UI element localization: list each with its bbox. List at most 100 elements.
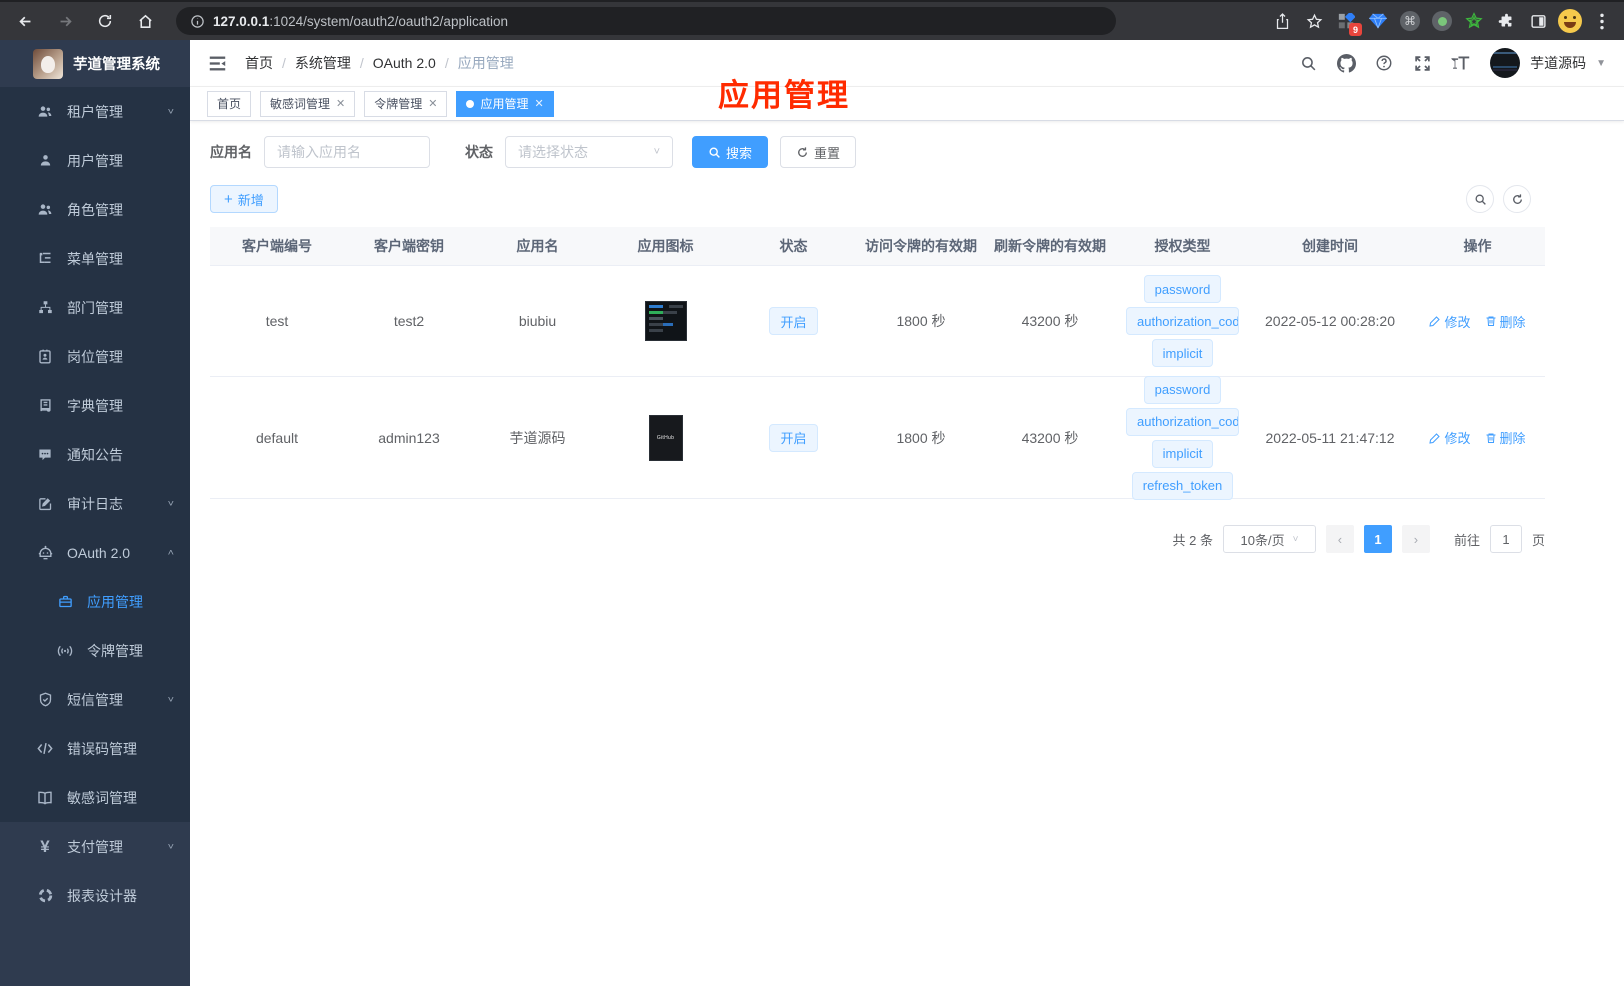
applications-table: 客户端编号 客户端密钥 应用名 应用图标 状态 访问令牌的有效期 刷新令牌的有效…	[210, 227, 1545, 500]
site-info-icon[interactable]	[190, 14, 205, 29]
page-content: 应用名 状态 请选择状态˅ 搜索 重置 + 新增	[190, 121, 1551, 553]
chevron-down-icon: ˅	[167, 106, 174, 117]
sidebar-item-notice[interactable]: 通知公告	[0, 430, 190, 479]
header-search-icon[interactable]	[1294, 49, 1322, 77]
cell-actions: 修改 删除	[1410, 418, 1545, 457]
grant-tag: authorization_code	[1126, 407, 1239, 436]
delete-button[interactable]: 删除	[1485, 312, 1526, 331]
gem-extension-icon[interactable]	[1364, 7, 1392, 35]
sidebar-item-user[interactable]: 用户管理	[0, 136, 190, 185]
hamburger-icon[interactable]	[208, 55, 227, 72]
sidebar-item-oauth2-token[interactable]: 令牌管理	[0, 626, 190, 675]
font-size-icon[interactable]	[1446, 49, 1474, 77]
next-page-button[interactable]: ›	[1401, 525, 1430, 553]
reload-icon[interactable]	[88, 6, 122, 36]
close-icon[interactable]: ✕	[428, 97, 437, 110]
profile-avatar-icon[interactable]	[1556, 7, 1584, 35]
caret-down-icon[interactable]: ▼	[1596, 58, 1606, 69]
close-icon[interactable]: ✕	[535, 97, 544, 110]
sidebar-item-dept[interactable]: 部门管理	[0, 283, 190, 332]
app-name-input[interactable]	[264, 136, 430, 168]
back-icon[interactable]	[8, 6, 42, 36]
edit-button[interactable]: 修改	[1429, 428, 1471, 447]
pagination: 共 2 条 10条/页˅ ‹ 1 › 前往 页	[210, 499, 1545, 553]
prev-page-button[interactable]: ‹	[1325, 525, 1354, 553]
side-panel-icon[interactable]	[1524, 7, 1552, 35]
help-icon[interactable]	[1370, 49, 1398, 77]
app-logo[interactable]: 芋道管理系统	[0, 40, 190, 87]
reset-button[interactable]: 重置	[780, 136, 857, 168]
signal-token-icon	[56, 644, 74, 658]
goto-label: 前往	[1453, 532, 1480, 548]
goto-page-input[interactable]	[1489, 525, 1522, 553]
browser-toolbar: 127.0.0.1:1024/system/oauth2/oauth2/appl…	[0, 0, 1624, 40]
sidebar-item-menu[interactable]: 菜单管理	[0, 234, 190, 283]
code-icon	[36, 742, 54, 755]
chevron-down-icon: ˅	[167, 841, 174, 852]
github-icon[interactable]	[1332, 49, 1360, 77]
table-header-row: 客户端编号 客户端密钥 应用名 应用图标 状态 访问令牌的有效期 刷新令牌的有效…	[210, 227, 1545, 266]
cell-app-name: 芋道源码	[509, 429, 566, 446]
users-icon	[36, 104, 54, 120]
edit-button[interactable]: 修改	[1429, 312, 1471, 331]
address-bar[interactable]: 127.0.0.1:1024/system/oauth2/oauth2/appl…	[176, 7, 1116, 35]
add-button[interactable]: + 新增	[210, 185, 278, 213]
search-button[interactable]: 搜索	[692, 136, 769, 168]
page-size-select[interactable]: 10条/页 ˅	[1222, 525, 1316, 553]
chevron-up-icon: ˄	[167, 547, 174, 558]
cell-grant-types: password authorization_code implicit	[1115, 265, 1250, 377]
sidebar-item-pay[interactable]: ¥ 支付管理 ˅	[0, 822, 190, 871]
cell-client-id: default	[255, 429, 299, 446]
username[interactable]: 芋道源码	[1530, 53, 1586, 73]
bookmark-star-icon[interactable]	[1300, 7, 1328, 35]
logo-image	[33, 48, 63, 79]
sidebar-item-oauth2-application[interactable]: 应用管理	[0, 577, 190, 626]
sidebar-item-tenant[interactable]: 租户管理 ˅	[0, 87, 190, 136]
briefcase-icon	[56, 594, 74, 609]
refresh-button[interactable]	[1503, 185, 1531, 213]
extensions-puzzle-icon[interactable]	[1492, 7, 1520, 35]
tab-application[interactable]: 应用管理 ✕	[456, 90, 554, 117]
breadcrumb-home[interactable]: 首页	[245, 53, 273, 73]
sidebar-item-post[interactable]: 岗位管理	[0, 332, 190, 381]
extension-tabs-icon[interactable]: 9	[1332, 7, 1362, 36]
sidebar-item-oauth2[interactable]: OAuth 2.0 ˄	[0, 528, 190, 577]
app-title: 芋道管理系统	[73, 57, 160, 73]
recorder-extension-icon[interactable]	[1428, 7, 1456, 35]
forward-icon[interactable]	[48, 6, 82, 36]
sidebar-item-role[interactable]: 角色管理	[0, 185, 190, 234]
tab-sensitive-word[interactable]: 敏感词管理 ✕	[260, 90, 356, 117]
sidebar-item-audit-log[interactable]: 审计日志 ˅	[0, 479, 190, 528]
sitemap-icon	[36, 300, 54, 315]
page-unit-label: 页	[1531, 532, 1545, 548]
fullscreen-icon[interactable]	[1408, 49, 1436, 77]
app-logo-image[interactable]: GitHub	[648, 414, 683, 461]
breadcrumb-system[interactable]: 系统管理	[295, 53, 351, 73]
book-icon	[36, 398, 54, 413]
app-logo-image[interactable]	[644, 301, 687, 341]
delete-button[interactable]: 删除	[1485, 428, 1526, 447]
sidebar-menu: 租户管理 ˅ 用户管理 角色管理 菜单管理 部门管理 岗位管理 字典管理 通知公…	[0, 87, 190, 986]
user-avatar[interactable]	[1490, 48, 1521, 78]
tags-view-bar: 首页 敏感词管理 ✕ 令牌管理 ✕ 应用管理 ✕	[190, 87, 1624, 121]
sidebar-item-dict[interactable]: 字典管理	[0, 381, 190, 430]
sidebar-item-sensitive-word[interactable]: 敏感词管理	[0, 773, 190, 822]
tab-token[interactable]: 令牌管理 ✕	[364, 90, 448, 117]
share-icon[interactable]	[1268, 7, 1296, 35]
sidebar-item-report-designer[interactable]: 报表设计器	[0, 871, 190, 920]
top-navbar: 首页 / 系统管理 / OAuth 2.0 / 应用管理 芋道源码 ▼	[190, 40, 1624, 87]
page-number-button[interactable]: 1	[1363, 525, 1392, 553]
breadcrumb-oauth2[interactable]: OAuth 2.0	[373, 55, 436, 71]
shield-check-icon	[36, 692, 54, 707]
show-search-button[interactable]	[1466, 185, 1494, 213]
grant-tag: refresh_token	[1131, 471, 1234, 500]
home-icon[interactable]	[128, 6, 162, 36]
sidebar-item-sms[interactable]: 短信管理 ˅	[0, 675, 190, 724]
tab-home[interactable]: 首页	[207, 90, 252, 117]
command-extension-icon[interactable]: ⌘	[1396, 7, 1424, 35]
star-extension-icon[interactable]	[1460, 7, 1488, 35]
close-icon[interactable]: ✕	[336, 97, 345, 110]
sidebar-item-error-code[interactable]: 错误码管理	[0, 724, 190, 773]
browser-menu-icon[interactable]	[1588, 7, 1616, 35]
status-select[interactable]: 请选择状态 ˅	[505, 136, 673, 168]
